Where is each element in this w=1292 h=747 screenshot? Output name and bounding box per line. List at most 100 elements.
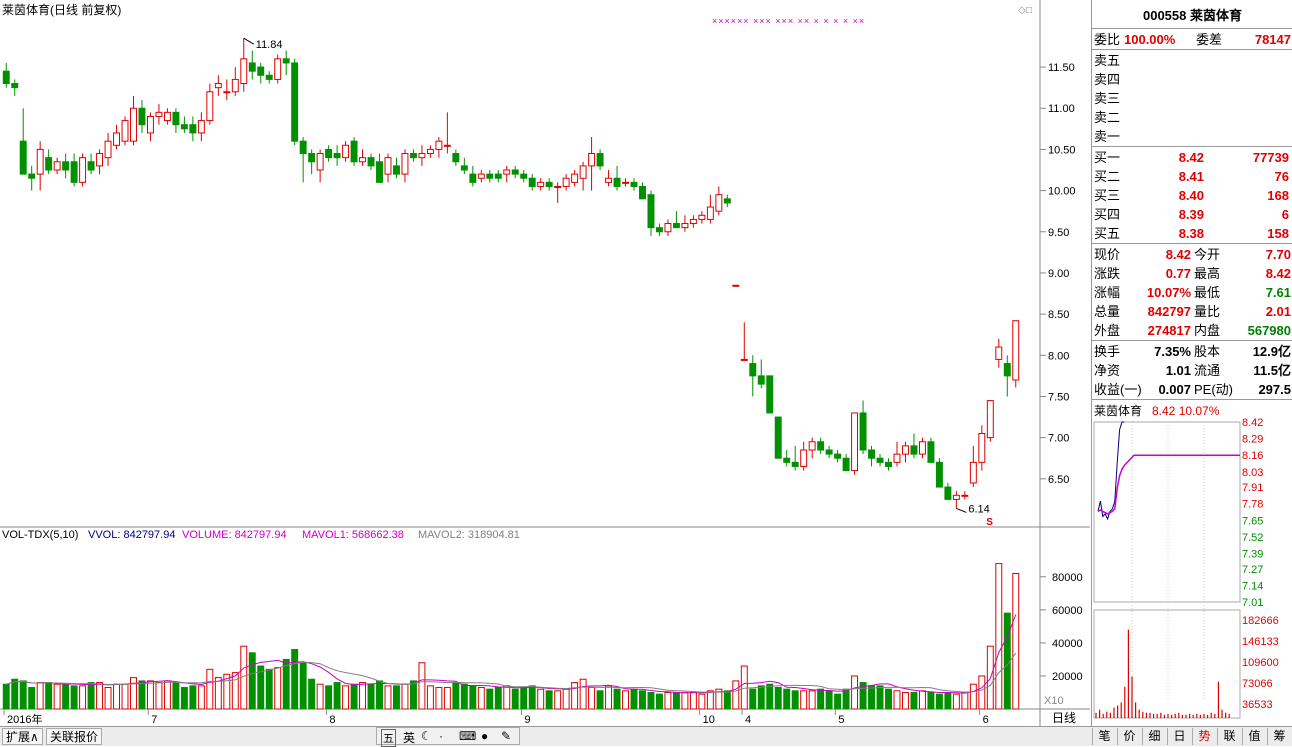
tab-related-quotes[interactable]: 关联报价 xyxy=(46,728,103,745)
volume-bar[interactable] xyxy=(172,682,180,710)
volume-bar[interactable] xyxy=(53,683,61,710)
volume-bar[interactable] xyxy=(605,685,613,710)
sell-level-row[interactable]: 卖一 xyxy=(1094,127,1291,146)
candle[interactable] xyxy=(927,437,935,463)
candle[interactable] xyxy=(486,170,494,183)
candle[interactable] xyxy=(36,141,44,191)
volume-bar[interactable] xyxy=(418,662,426,710)
candle[interactable] xyxy=(189,116,197,142)
candle[interactable] xyxy=(986,400,994,442)
candle[interactable] xyxy=(562,174,570,191)
volume-bar[interactable] xyxy=(800,690,808,710)
volume-bar[interactable] xyxy=(384,685,392,710)
volume-bar[interactable] xyxy=(443,687,451,710)
candle[interactable] xyxy=(11,79,19,96)
volume-bar[interactable] xyxy=(494,687,502,710)
candle[interactable] xyxy=(214,75,222,96)
volume-bar[interactable] xyxy=(265,668,273,710)
candle[interactable] xyxy=(664,219,672,236)
moon-icon[interactable]: ☾ xyxy=(421,729,432,743)
volume-bar[interactable] xyxy=(163,680,171,710)
volume-bar[interactable] xyxy=(740,665,748,710)
candle[interactable] xyxy=(528,174,536,191)
volume-bar[interactable] xyxy=(291,649,299,710)
volume-bar[interactable] xyxy=(791,690,799,710)
candle[interactable] xyxy=(469,165,477,187)
volume-bar[interactable] xyxy=(952,693,960,710)
buy-level-row[interactable]: 买三 8.40 168 xyxy=(1094,186,1291,205)
candle[interactable] xyxy=(104,132,112,166)
keyboard-icon[interactable]: ⌨ xyxy=(459,729,476,743)
candle[interactable] xyxy=(19,108,27,175)
volume-bar[interactable] xyxy=(180,687,188,710)
volume-bar[interactable] xyxy=(706,690,714,710)
candle[interactable] xyxy=(460,157,468,175)
candle[interactable] xyxy=(494,170,502,183)
volume-bar[interactable] xyxy=(155,682,163,710)
volume-bar[interactable] xyxy=(308,678,316,710)
candle[interactable] xyxy=(859,400,867,455)
candle[interactable] xyxy=(452,149,460,166)
volume-bar[interactable] xyxy=(596,690,604,710)
volume-bar[interactable] xyxy=(104,687,112,710)
buy-level-row[interactable]: 买一 8.42 77739 xyxy=(1094,148,1291,167)
candle[interactable] xyxy=(282,50,290,76)
candle[interactable] xyxy=(511,165,519,179)
volume-bar[interactable] xyxy=(401,683,409,710)
right-tab-7[interactable]: 筹 xyxy=(1267,728,1291,745)
candle[interactable] xyxy=(401,149,409,183)
candle[interactable] xyxy=(503,165,511,183)
candle[interactable] xyxy=(146,112,154,142)
candle[interactable] xyxy=(579,161,587,191)
candle[interactable] xyxy=(910,433,918,459)
user-icon[interactable]: ● xyxy=(481,729,488,743)
volume-bar[interactable] xyxy=(70,685,78,710)
volume-bar[interactable] xyxy=(851,675,859,710)
volume-bar[interactable] xyxy=(231,672,239,710)
volume-bar[interactable] xyxy=(562,688,570,710)
volume-bar[interactable] xyxy=(469,685,477,710)
candle[interactable] xyxy=(138,100,146,133)
candle[interactable] xyxy=(197,112,205,142)
volume-bar[interactable] xyxy=(316,683,324,710)
volume-bar[interactable] xyxy=(197,685,205,710)
tab-expand[interactable]: 扩展∧ xyxy=(2,728,43,745)
candle[interactable] xyxy=(163,108,171,125)
volume-bar[interactable] xyxy=(409,680,417,710)
candle[interactable] xyxy=(223,79,231,100)
volume-bar[interactable] xyxy=(537,688,545,710)
candle[interactable] xyxy=(28,165,36,191)
candle[interactable] xyxy=(45,149,53,175)
candle[interactable] xyxy=(851,412,859,475)
candle[interactable] xyxy=(2,62,10,88)
candle[interactable] xyxy=(545,178,553,191)
volume-bar[interactable] xyxy=(342,685,350,710)
volume-bar[interactable] xyxy=(622,690,629,710)
candle[interactable] xyxy=(240,38,248,92)
candle[interactable] xyxy=(622,178,629,187)
candle[interactable] xyxy=(359,149,367,166)
candle[interactable] xyxy=(596,149,604,170)
candle[interactable] xyxy=(172,108,180,133)
volume-bar[interactable] xyxy=(571,682,579,710)
candle[interactable] xyxy=(1012,320,1020,388)
buy-level-row[interactable]: 买四 8.39 6 xyxy=(1094,205,1291,224)
candle[interactable] xyxy=(248,50,256,80)
candle[interactable] xyxy=(537,178,545,191)
volume-bar[interactable] xyxy=(130,677,137,710)
wrench-icon[interactable]: ✎ xyxy=(501,729,511,743)
volume-bar[interactable] xyxy=(62,683,70,710)
candle[interactable] xyxy=(681,215,689,232)
candle[interactable] xyxy=(316,149,324,183)
candle[interactable] xyxy=(834,450,842,463)
volume-bar[interactable] xyxy=(902,691,909,710)
volume-bar[interactable] xyxy=(749,688,757,710)
candle[interactable] xyxy=(291,58,299,146)
volume-bar[interactable] xyxy=(274,667,282,710)
volume-bar[interactable] xyxy=(935,693,943,710)
candle[interactable] xyxy=(588,137,596,191)
candle[interactable] xyxy=(520,170,528,183)
wubi-icon[interactable]: 五 xyxy=(381,729,396,747)
candle[interactable] xyxy=(918,437,926,459)
volume-bar[interactable] xyxy=(138,680,146,710)
